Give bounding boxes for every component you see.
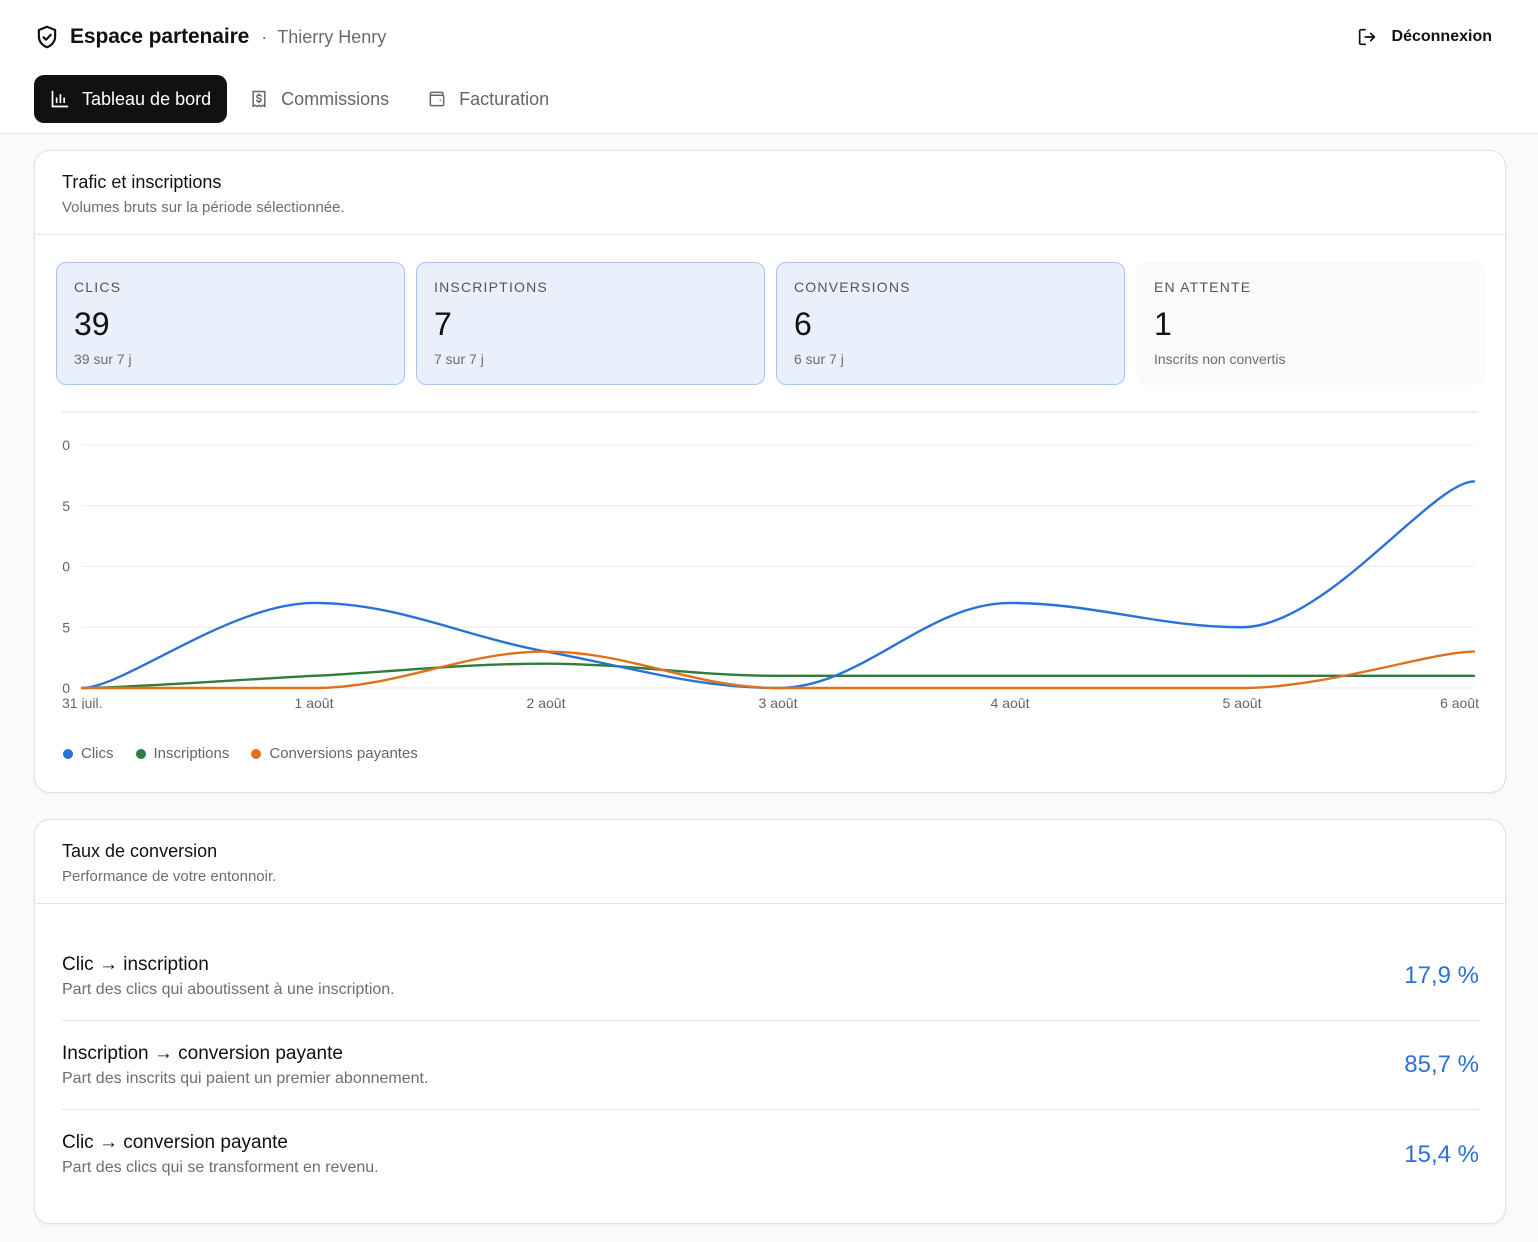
stat-card-clicks[interactable]: CLICS 39 39 sur 7 j (56, 262, 405, 385)
legend-label: Conversions payantes (269, 745, 418, 762)
x-tick-label: 4 août (991, 695, 1030, 709)
legend-item-signups[interactable]: Inscriptions (135, 745, 230, 762)
stat-card-signups[interactable]: INSCRIPTIONS 7 7 sur 7 j (416, 262, 765, 385)
rates-subtitle: Performance de votre entonnoir. (62, 868, 277, 885)
series-signups-line (80, 662, 1476, 690)
stat-label: INSCRIPTIONS (434, 279, 548, 295)
y-tick-label: 0 (62, 437, 70, 453)
rate-value: 15,4 % (1404, 1140, 1479, 1168)
rate-row: Clic → conversion payante Part des clics… (62, 1110, 1479, 1199)
stat-cards: CLICS 39 39 sur 7 j INSCRIPTIONS 7 7 sur… (56, 262, 1485, 385)
tab-dashboard-label: Tableau de bord (82, 88, 212, 109)
logout-icon (1356, 26, 1378, 48)
stat-sub: 39 sur 7 j (74, 351, 132, 367)
x-tick-label: 5 août (1223, 695, 1262, 709)
rate-description: Part des clics qui aboutissent à une ins… (62, 980, 395, 998)
y-tick-label: 5 (62, 619, 70, 635)
stat-sub: 6 sur 7 j (794, 351, 844, 367)
user-name: Thierry Henry (277, 26, 387, 47)
legend-label: Inscriptions (153, 745, 230, 762)
tab-commissions[interactable]: Commissions (233, 75, 405, 123)
rate-title: Clic → inscription (62, 953, 209, 975)
bar-chart-icon (50, 89, 70, 109)
series-conversions-line (80, 650, 1476, 690)
legend-dot (251, 748, 262, 759)
stat-sub: 7 sur 7 j (434, 351, 484, 367)
shield-icon (34, 24, 60, 50)
tab-dashboard[interactable]: Tableau de bord (34, 75, 228, 123)
legend-dot (135, 748, 146, 759)
stat-value: 6 (794, 306, 812, 342)
app-title: Espace partenaire (70, 25, 250, 48)
legend-dot (63, 748, 73, 759)
top-bar: Espace partenaire · Thierry Henry Déconn… (0, 0, 1538, 134)
rate-description: Part des inscrits qui paient un premier … (62, 1069, 429, 1087)
stat-value: 1 (1154, 306, 1172, 342)
traffic-subtitle: Volumes bruts sur la période sélectionné… (62, 199, 345, 216)
stat-card-conversions[interactable]: CONVERSIONS 6 6 sur 7 j (776, 262, 1125, 385)
wallet-icon (427, 89, 447, 109)
traffic-chart: 0 5 0 5 0 31 juil. 1 août 2 août 3 août 4 août 5 a… (35, 409, 1505, 711)
receipt-icon (249, 89, 269, 109)
x-tick-label: 31 juil. (62, 695, 102, 709)
title-separator: · (261, 26, 268, 47)
stat-label: EN ATTENTE (1154, 279, 1252, 295)
series-clicks-line (80, 480, 1476, 690)
rates-card-header: Taux de conversion Performance de votre … (35, 820, 1505, 904)
conversion-rates-card: Taux de conversion Performance de votre … (34, 819, 1506, 1224)
x-tick-label: 2 août (527, 695, 566, 709)
logout-label: Déconnexion (1391, 28, 1492, 45)
tab-billing-label: Facturation (459, 88, 550, 109)
stat-value: 7 (434, 306, 452, 342)
traffic-card-header: Trafic et inscriptions Volumes bruts sur… (35, 151, 1505, 235)
rate-value: 17,9 % (1404, 962, 1479, 989)
rate-description: Part des clics qui se transforment en re… (62, 1159, 379, 1176)
line-chart: 0505031 juil. 1 août 2 août 3 août 4 août 5 a… (62, 411, 1479, 711)
x-tick-label: 3 août (759, 695, 798, 709)
stat-value: 39 (74, 306, 110, 342)
stat-card-pending: EN ATTENTE 1 Inscrits non convertis (1136, 262, 1485, 385)
chart-legend: Clics Inscriptions Conversions payantes (63, 745, 418, 762)
nav-tabs: Tableau de bord Commissions Facturation (34, 75, 571, 123)
tab-commissions-label: Commissions (281, 88, 390, 109)
stat-label: CLICS (74, 279, 122, 295)
legend-item-conversions[interactable]: Conversions payantes (251, 745, 418, 762)
stat-label: CONVERSIONS (794, 279, 911, 295)
tab-billing[interactable]: Facturation (411, 75, 565, 123)
rate-row: Inscription → conversion payante Part de… (62, 1021, 1479, 1110)
rates-list: Clic → inscription Part des clics qui ab… (62, 932, 1479, 1199)
y-tick-label: 0 (62, 680, 70, 696)
traffic-title: Trafic et inscriptions (62, 172, 222, 192)
legend-item-clicks[interactable]: Clics (63, 745, 114, 762)
legend-label: Clics (81, 745, 114, 762)
stat-sub: Inscrits non convertis (1154, 351, 1286, 367)
y-tick-label: 0 (62, 559, 70, 575)
traffic-card: Trafic et inscriptions Volumes bruts sur… (34, 150, 1506, 793)
rate-title: Clic → conversion payante (62, 1132, 288, 1153)
x-tick-label: 6 août (1440, 695, 1479, 709)
brand: Espace partenaire · Thierry Henry (34, 22, 386, 52)
rate-title: Inscription → conversion payante (62, 1042, 343, 1064)
rate-value: 85,7 % (1404, 1051, 1479, 1078)
rate-row: Clic → inscription Part des clics qui ab… (62, 932, 1479, 1021)
x-tick-label: 1 août (295, 695, 334, 709)
y-tick-label: 5 (62, 498, 70, 514)
logout-button[interactable]: Déconnexion (1356, 22, 1492, 52)
rates-title: Taux de conversion (62, 841, 218, 861)
